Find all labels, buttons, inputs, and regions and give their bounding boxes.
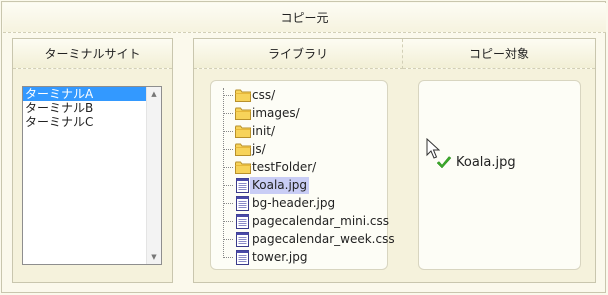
- file-icon: [236, 196, 249, 211]
- file-icon: [236, 250, 249, 265]
- terminal-option[interactable]: ターミナルB: [23, 101, 161, 115]
- terminal-option[interactable]: ターミナルC: [23, 115, 161, 129]
- tree-guide-branch: [223, 239, 233, 240]
- tree-file-item[interactable]: Koala.jpg: [250, 177, 310, 194]
- copy-target-box: [418, 80, 581, 270]
- terminal-site-listbox[interactable]: ターミナルA ターミナルB ターミナルC ▲ ▼: [22, 86, 162, 265]
- listbox-scrollbar[interactable]: ▲ ▼: [146, 87, 161, 264]
- file-icon: [236, 214, 249, 229]
- tree-folder-item[interactable]: testFolder/: [252, 159, 316, 176]
- tree-guide-branch: [223, 95, 233, 96]
- tree-guide-branch: [223, 131, 233, 132]
- tree-guide-branch: [223, 203, 233, 204]
- copy-target-item[interactable]: Koala.jpg: [456, 154, 516, 171]
- scroll-up-icon[interactable]: ▲: [147, 87, 161, 101]
- file-icon: [236, 178, 249, 193]
- tree-guide-branch: [223, 149, 233, 150]
- tree-folder-item[interactable]: init/: [252, 123, 275, 140]
- tree-folder-item[interactable]: css/: [252, 87, 275, 104]
- tree-guide-branch: [223, 113, 233, 114]
- tree-guide-branch: [223, 185, 233, 186]
- scroll-down-icon[interactable]: ▼: [147, 250, 161, 264]
- tree-guide-branch: [223, 167, 233, 168]
- folder-icon: [235, 89, 251, 102]
- folder-icon: [235, 143, 251, 156]
- tree-guide-branch: [223, 257, 233, 258]
- terminal-site-title: ターミナルサイト: [13, 39, 172, 69]
- tree-file-item[interactable]: pagecalendar_week.css: [252, 231, 395, 248]
- terminal-option[interactable]: ターミナルA: [23, 87, 146, 101]
- folder-icon: [235, 161, 251, 174]
- tree-guide-branch: [223, 221, 233, 222]
- library-title: ライブラリ: [194, 39, 403, 69]
- mouse-cursor-icon: [426, 137, 441, 160]
- folder-icon: [235, 107, 251, 120]
- file-icon: [236, 232, 249, 247]
- tree-file-item[interactable]: bg-header.jpg: [252, 195, 335, 212]
- tree-folder-item[interactable]: images/: [252, 105, 300, 122]
- tree-file-item[interactable]: tower.jpg: [252, 249, 307, 266]
- tree-file-item[interactable]: pagecalendar_mini.css: [252, 213, 389, 230]
- page-title: コピー元: [3, 3, 606, 33]
- folder-icon: [235, 125, 251, 138]
- copy-target-title: コピー対象: [403, 39, 595, 69]
- tree-folder-item[interactable]: js/: [252, 141, 266, 158]
